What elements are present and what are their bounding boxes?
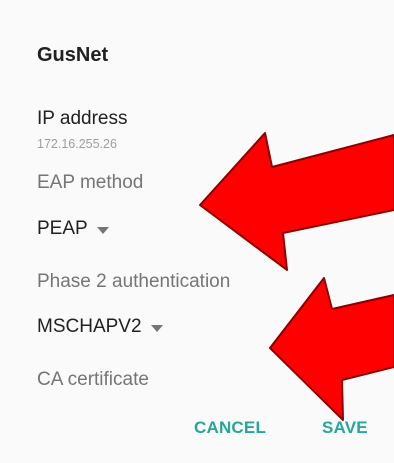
red-arrow-icon [199,132,394,271]
red-arrow-icon [269,277,394,421]
red-arrow-icon [199,132,394,421]
wifi-network-dialog: GusNet IP address 172.16.255.26 EAP meth… [0,0,394,463]
